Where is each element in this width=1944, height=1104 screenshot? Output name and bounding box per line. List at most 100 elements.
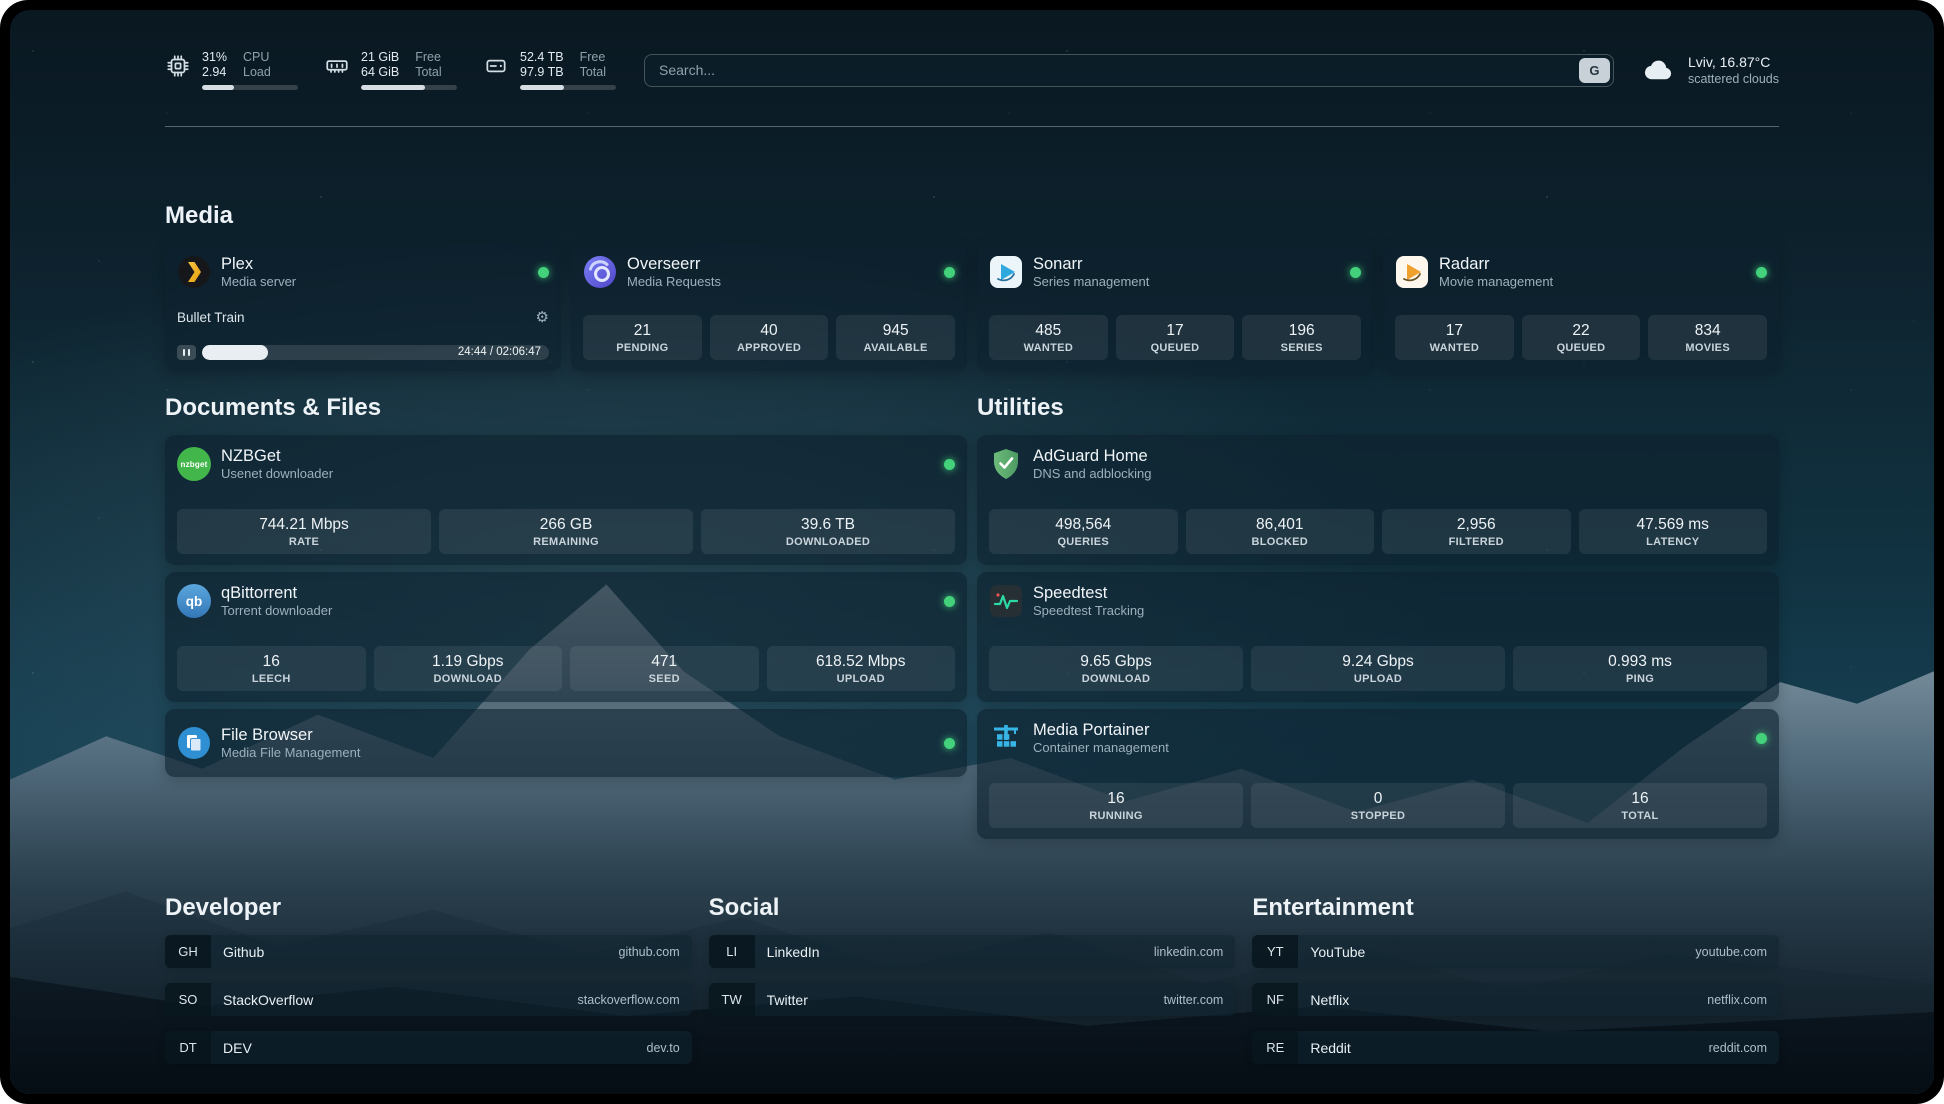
stat-series: 196 SERIES xyxy=(1242,315,1361,360)
section-title-entertainment: Entertainment xyxy=(1252,893,1779,923)
stat-downloaded: 39.6 TB DOWNLOADED xyxy=(701,509,955,554)
nzbget-icon: nzbget xyxy=(177,447,211,481)
stat-remaining: 266 GB REMAINING xyxy=(439,509,693,554)
status-dot xyxy=(944,596,955,607)
bookmark-url: twitter.com xyxy=(1164,993,1224,1007)
service-name: qBittorrent xyxy=(221,583,332,603)
service-card-overseerr[interactable]: Overseerr Media Requests 21 PENDING 40 A… xyxy=(571,243,967,371)
bookmark-reddit[interactable]: RE Reddit reddit.com xyxy=(1252,1031,1779,1064)
stat-latency: 47.569 ms LATENCY xyxy=(1579,509,1768,554)
section-title-developer: Developer xyxy=(165,893,692,923)
stat-queries: 498,564 QUERIES xyxy=(989,509,1178,554)
bookmark-url: stackoverflow.com xyxy=(578,993,680,1007)
service-name: File Browser xyxy=(221,725,360,745)
cpu-load-label: Load xyxy=(243,65,271,80)
service-card-radarr[interactable]: Radarr Movie management 17 WANTED 22 QUE… xyxy=(1383,243,1779,371)
bookmark-netflix[interactable]: NF Netflix netflix.com xyxy=(1252,983,1779,1016)
status-dot xyxy=(944,459,955,470)
bookmark-twitter[interactable]: TW Twitter twitter.com xyxy=(709,983,1236,1016)
memory-icon xyxy=(324,53,350,79)
bookmark-abbr: DT xyxy=(165,1031,211,1064)
stat-wanted: 17 WANTED xyxy=(1395,315,1514,360)
header: 31% 2.94 CPU Load xyxy=(165,50,1779,90)
service-card-nzbget[interactable]: nzbget NZBGet Usenet downloader 744.21 M… xyxy=(165,435,967,565)
portainer-icon xyxy=(989,721,1023,755)
bookmark-name: Reddit xyxy=(1310,1040,1350,1056)
search-bar: G xyxy=(644,54,1614,87)
bookmarks-section: Developer GH Github github.com SO StackO… xyxy=(165,893,1779,1064)
stat-download: 9.65 Gbps DOWNLOAD xyxy=(989,646,1243,691)
cpu-usage-label: CPU xyxy=(243,50,271,65)
stat-total: 16 TOTAL xyxy=(1513,783,1767,828)
cpu-load-value: 2.94 xyxy=(202,65,227,80)
media-section: Plex Media server Bullet Train ⚙ 24:4 xyxy=(165,243,1779,371)
memory-free-label: Free xyxy=(415,50,441,65)
stat-seed: 471 SEED xyxy=(570,646,759,691)
playback-progress-fill xyxy=(202,345,268,360)
now-playing-title: Bullet Train xyxy=(177,310,245,325)
service-card-plex[interactable]: Plex Media server Bullet Train ⚙ 24:4 xyxy=(165,243,561,371)
bookmark-name: Netflix xyxy=(1310,992,1349,1008)
status-dot xyxy=(1756,733,1767,744)
service-subtitle: DNS and adblocking xyxy=(1033,466,1152,482)
bookmark-name: YouTube xyxy=(1310,944,1365,960)
section-title-social: Social xyxy=(709,893,1236,923)
bookmark-abbr: RE xyxy=(1252,1031,1298,1064)
documents-section: Documents & Files nzbget NZBGet Usenet d… xyxy=(165,393,967,777)
service-name: Plex xyxy=(221,254,296,274)
service-card-speedtest[interactable]: Speedtest Speedtest Tracking 9.65 Gbps D… xyxy=(977,572,1779,702)
bookmark-dev[interactable]: DT DEV dev.to xyxy=(165,1031,692,1064)
bookmark-url: reddit.com xyxy=(1709,1041,1767,1055)
service-subtitle: Torrent downloader xyxy=(221,603,332,619)
section-title-utilities: Utilities xyxy=(977,393,1779,423)
cpu-widget: 31% 2.94 CPU Load xyxy=(165,50,298,90)
service-name: NZBGet xyxy=(221,446,333,466)
stat-ping: 0.993 ms PING xyxy=(1513,646,1767,691)
bookmark-linkedin[interactable]: LI LinkedIn linkedin.com xyxy=(709,935,1236,968)
section-title-documents: Documents & Files xyxy=(165,393,967,423)
service-card-qbittorrent[interactable]: qb qBittorrent Torrent downloader 16 xyxy=(165,572,967,702)
bookmark-url: linkedin.com xyxy=(1154,945,1223,959)
stat-queued: 22 QUEUED xyxy=(1522,315,1641,360)
service-subtitle: Media File Management xyxy=(221,745,360,761)
service-subtitle: Media server xyxy=(221,274,296,290)
bookmark-name: LinkedIn xyxy=(767,944,820,960)
gear-icon[interactable]: ⚙ xyxy=(536,310,549,325)
service-subtitle: Series management xyxy=(1033,274,1149,290)
stat-filtered: 2,956 FILTERED xyxy=(1382,509,1571,554)
disk-total-value: 97.9 TB xyxy=(520,65,564,80)
service-card-portainer[interactable]: Media Portainer Container management 16 … xyxy=(977,709,1779,839)
weather-widget: Lviv, 16.87°C scattered clouds xyxy=(1642,53,1779,87)
disk-progress-bar xyxy=(520,85,616,90)
stat-pending: 21 PENDING xyxy=(583,315,702,360)
plex-icon xyxy=(177,255,211,289)
utilities-section: Utilities xyxy=(977,393,1779,839)
bookmark-youtube[interactable]: YT YouTube youtube.com xyxy=(1252,935,1779,968)
weather-condition: scattered clouds xyxy=(1688,71,1779,87)
bookmark-abbr: TW xyxy=(709,983,755,1016)
bookmark-name: StackOverflow xyxy=(223,992,313,1008)
service-name: Media Portainer xyxy=(1033,720,1169,740)
stat-download: 1.19 Gbps DOWNLOAD xyxy=(374,646,563,691)
dashboard-content: 31% 2.94 CPU Load xyxy=(165,10,1779,1064)
stat-rate: 744.21 Mbps RATE xyxy=(177,509,431,554)
disk-widget: 52.4 TB 97.9 TB Free Total xyxy=(483,50,616,90)
search-input[interactable] xyxy=(644,54,1614,87)
search-provider-button[interactable]: G xyxy=(1579,58,1610,83)
service-card-sonarr[interactable]: Sonarr Series management 485 WANTED 17 Q… xyxy=(977,243,1373,371)
bookmark-stackoverflow[interactable]: SO StackOverflow stackoverflow.com xyxy=(165,983,692,1016)
service-name: Speedtest xyxy=(1033,583,1144,603)
playback-progress-bar[interactable]: 24:44 / 02:06:47 xyxy=(202,345,549,360)
pause-button[interactable] xyxy=(177,345,196,360)
service-name: AdGuard Home xyxy=(1033,446,1152,466)
window-frame: 31% 2.94 CPU Load xyxy=(0,0,1944,1104)
bookmark-group-entertainment: Entertainment YT YouTube youtube.com NF … xyxy=(1252,893,1779,1064)
speedtest-icon xyxy=(989,584,1023,618)
bookmark-github[interactable]: GH Github github.com xyxy=(165,935,692,968)
service-card-filebrowser[interactable]: File Browser Media File Management xyxy=(165,709,967,777)
service-name: Sonarr xyxy=(1033,254,1149,274)
stat-blocked: 86,401 BLOCKED xyxy=(1186,509,1375,554)
service-card-adguard[interactable]: AdGuard Home DNS and adblocking 498,564 … xyxy=(977,435,1779,565)
qbittorrent-icon: qb xyxy=(177,584,211,618)
status-dot xyxy=(944,738,955,749)
